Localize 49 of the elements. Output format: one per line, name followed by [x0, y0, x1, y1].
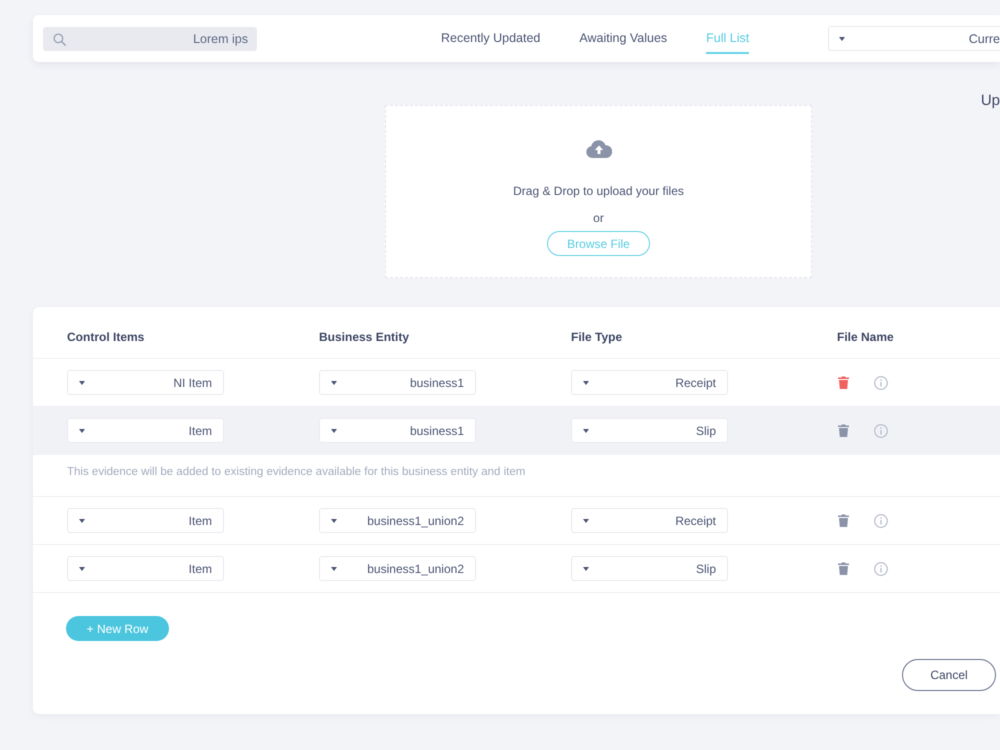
caret-icon — [331, 518, 337, 522]
evidence-note: This evidence will be added to existing evidence available for this business entity and item — [67, 466, 526, 478]
control-item-dropdown[interactable]: Item — [67, 508, 224, 533]
control-item-dropdown[interactable]: Item — [67, 418, 224, 443]
search-icon — [53, 32, 66, 46]
control-item-dropdown[interactable]: NI Item — [67, 370, 224, 395]
caret-icon — [583, 380, 589, 384]
business-entity-dropdown[interactable]: business1 — [319, 370, 476, 395]
info-icon[interactable] — [874, 424, 888, 438]
upload-prompt: Drag & Drop to upload your files — [513, 184, 684, 198]
caret-icon — [331, 566, 337, 570]
trash-icon[interactable] — [838, 514, 849, 527]
column-header: Control Items — [67, 330, 144, 344]
caret-icon — [331, 380, 337, 384]
column-header: File Type — [571, 330, 622, 344]
caret-icon — [583, 518, 589, 522]
info-icon[interactable] — [874, 562, 888, 576]
upload-dropzone[interactable]: Drag & Drop to upload your files or Browse File — [385, 105, 812, 278]
info-icon[interactable] — [874, 514, 888, 528]
trash-icon[interactable] — [838, 376, 849, 389]
caret-icon — [331, 428, 337, 432]
tab[interactable]: Awaiting Values — [579, 24, 668, 54]
caret-icon — [583, 428, 589, 432]
caret-icon — [79, 380, 85, 384]
caret-icon — [79, 518, 85, 522]
search-field[interactable]: Lorem ips — [43, 26, 257, 50]
info-icon[interactable] — [874, 376, 888, 390]
caret-icon — [839, 36, 846, 40]
caret-icon — [79, 428, 85, 432]
tab[interactable]: Recently Updated — [441, 24, 540, 54]
or-separator: or — [593, 211, 604, 225]
file-type-dropdown[interactable]: Slip — [571, 418, 728, 443]
file-type-dropdown[interactable]: Receipt — [571, 370, 728, 395]
business-entity-dropdown[interactable]: business1_union2 — [319, 508, 476, 533]
cancel-button[interactable]: Cancel — [902, 659, 996, 691]
side-heading: Up — [980, 92, 1000, 109]
caret-icon — [79, 566, 85, 570]
trash-icon[interactable] — [838, 424, 849, 437]
cloud-upload-icon — [586, 140, 612, 158]
control-item-dropdown[interactable]: Item — [67, 556, 224, 581]
caret-icon — [583, 566, 589, 570]
business-entity-dropdown[interactable]: business1_union2 — [319, 556, 476, 581]
trash-icon[interactable] — [838, 562, 849, 575]
file-type-dropdown[interactable]: Receipt — [571, 508, 728, 533]
business-entity-dropdown[interactable]: business1 — [319, 418, 476, 443]
column-header: File Name — [837, 330, 894, 344]
filter-dropdown[interactable]: Curre — [828, 26, 1000, 51]
column-header: Business Entity — [319, 330, 410, 344]
file-type-dropdown[interactable]: Slip — [571, 556, 728, 581]
